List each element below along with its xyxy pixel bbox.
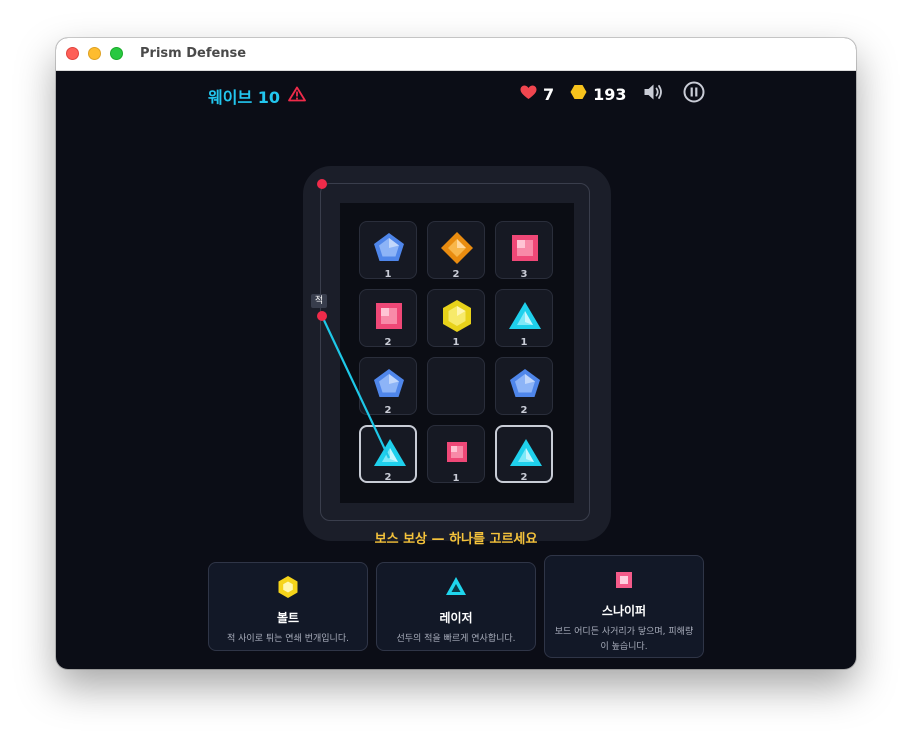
gold-hexagon-icon [570,84,587,104]
reward-card-desc: 적 사이로 튀는 연쇄 번개입니다. [227,634,349,644]
minimize-window-button[interactable] [88,47,101,60]
enemy-label: 적 [311,294,327,308]
reward-card-desc: 보드 어디든 사거리가 닿으며, 피해량이 높습니다. [554,627,694,652]
reward-title: 보스 보상 — 하나를 고르세요 [374,532,538,547]
spawn-point [317,179,327,189]
sound-button[interactable] [643,82,665,106]
window-title: Prism Defense [140,46,247,61]
lives-value: 7 [543,84,555,104]
square-pink-icon [545,568,703,596]
wave-indicator: 웨이브 10 [208,84,306,108]
laser-beam [321,315,390,459]
close-window-button[interactable] [66,47,79,60]
reward-card-desc: 선두의 적을 빠르게 연사합니다. [396,634,516,644]
reward-card-sniper[interactable]: 스나이퍼 보드 어디든 사거리가 닿으며, 피해량이 높습니다. [544,555,704,658]
pause-icon [683,81,705,107]
gold-value: 193 [593,84,627,104]
hexagon-yellow-icon [209,575,367,603]
app-window: Prism Defense 웨이브 10 7 193 1 2 3 2 1 1 2… [56,38,856,669]
enemy-unit [317,311,327,321]
speaker-icon [643,82,665,106]
pause-button[interactable] [683,81,705,107]
triangle-cyan-icon [377,575,535,603]
board-overlay [317,179,390,459]
warning-triangle-icon [288,86,306,106]
reward-card-name: 볼트 [276,611,300,625]
title-bar: Prism Defense [56,38,856,71]
reward-card-name: 레이저 [439,611,473,625]
reward-card-name: 스나이퍼 [601,604,647,618]
heart-icon [520,85,537,104]
game-area: 웨이브 10 7 193 1 2 3 2 1 1 2 2 2 1 2 적 보스 … [56,70,856,669]
zoom-window-button[interactable] [110,47,123,60]
hud-stats: 7 193 [520,81,705,107]
game-board: 12321122212 적 [303,166,611,541]
gold-stat: 193 [570,84,627,104]
wave-label: 웨이브 10 [208,88,280,107]
lives-stat: 7 [520,85,554,104]
reward-card-bolt[interactable]: 볼트 적 사이로 튀는 연쇄 번개입니다. [208,562,368,651]
reward-card-laser[interactable]: 레이저 선두의 적을 빠르게 연사합니다. [376,562,536,651]
